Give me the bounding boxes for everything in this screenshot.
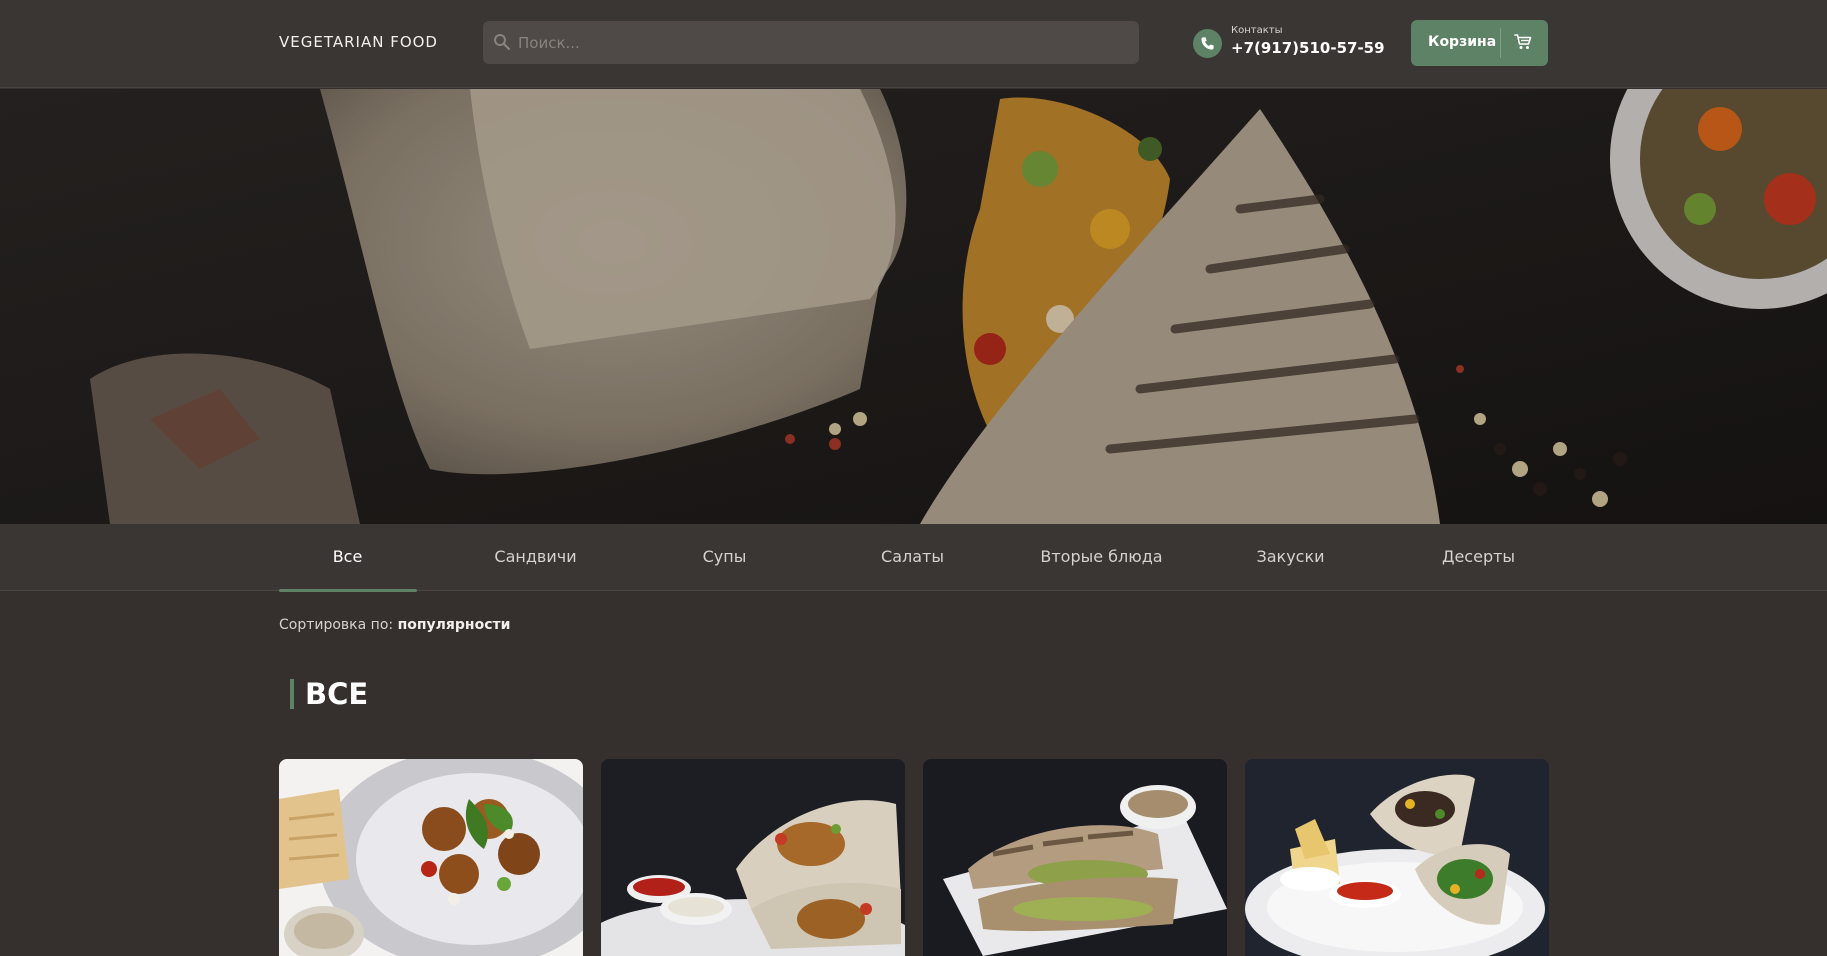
sort-value[interactable]: популярности xyxy=(398,617,511,633)
tab-main-courses[interactable]: Вторые блюда xyxy=(1007,524,1196,591)
tab-desserts[interactable]: Десерты xyxy=(1384,524,1573,591)
tab-snacks[interactable]: Закуски xyxy=(1196,524,1385,591)
section-accent-bar xyxy=(290,679,294,709)
cart-icon xyxy=(1514,34,1532,49)
hero-banner-image xyxy=(0,89,1827,524)
product-card[interactable] xyxy=(1245,759,1549,956)
cart-divider xyxy=(1500,28,1501,58)
phone-icon xyxy=(1193,29,1222,58)
category-tabs: Все Сандвичи Супы Салаты Вторые блюда За… xyxy=(0,524,1827,592)
cart-button[interactable]: Корзина xyxy=(1411,20,1548,66)
tab-soups[interactable]: Супы xyxy=(630,524,819,591)
sort-label: Сортировка по: xyxy=(279,617,394,633)
product-card[interactable] xyxy=(601,759,905,956)
product-image xyxy=(1245,759,1549,956)
tab-salads[interactable]: Салаты xyxy=(818,524,1007,591)
contacts-phone[interactable]: +7(917)510-57-59 xyxy=(1231,39,1385,57)
product-image xyxy=(279,759,583,956)
tab-sandwiches[interactable]: Сандвичи xyxy=(441,524,630,591)
search-box[interactable] xyxy=(483,21,1139,64)
tab-all[interactable]: Все xyxy=(253,524,442,592)
product-card[interactable] xyxy=(923,759,1227,956)
search-icon xyxy=(494,34,511,51)
product-card[interactable] xyxy=(279,759,583,956)
contacts-label: Контакты xyxy=(1231,25,1283,36)
section-title: ВСЕ xyxy=(305,677,369,711)
product-image xyxy=(601,759,905,956)
product-image xyxy=(923,759,1227,956)
sort-control[interactable]: Сортировка по: популярности xyxy=(279,617,510,633)
cart-label: Корзина xyxy=(1428,34,1497,50)
search-input[interactable] xyxy=(518,21,1118,64)
site-logo[interactable]: VEGETARIAN FOOD xyxy=(279,33,438,51)
site-header: VEGETARIAN FOOD Контакты +7(917)510-57-5… xyxy=(0,0,1827,88)
